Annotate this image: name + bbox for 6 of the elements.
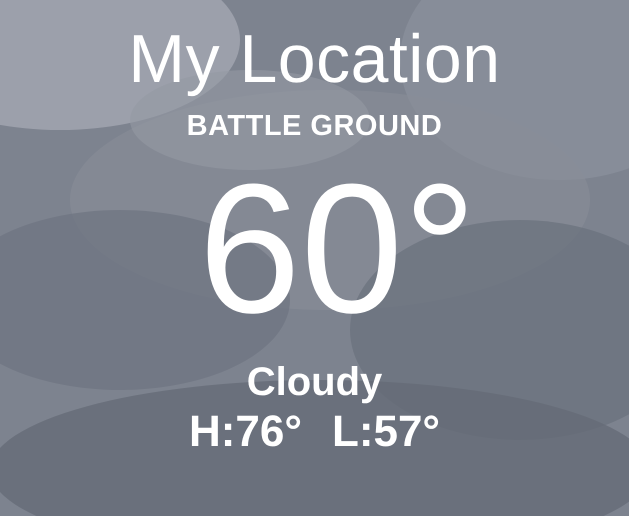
temperature: 60°	[198, 148, 477, 348]
place-name: BATTLE GROUND	[186, 109, 442, 144]
high-temperature: H:76°	[188, 406, 302, 458]
low-temperature: L:57°	[332, 406, 440, 458]
condition: Cloudy	[246, 359, 382, 406]
location-title: My Location	[128, 20, 501, 99]
